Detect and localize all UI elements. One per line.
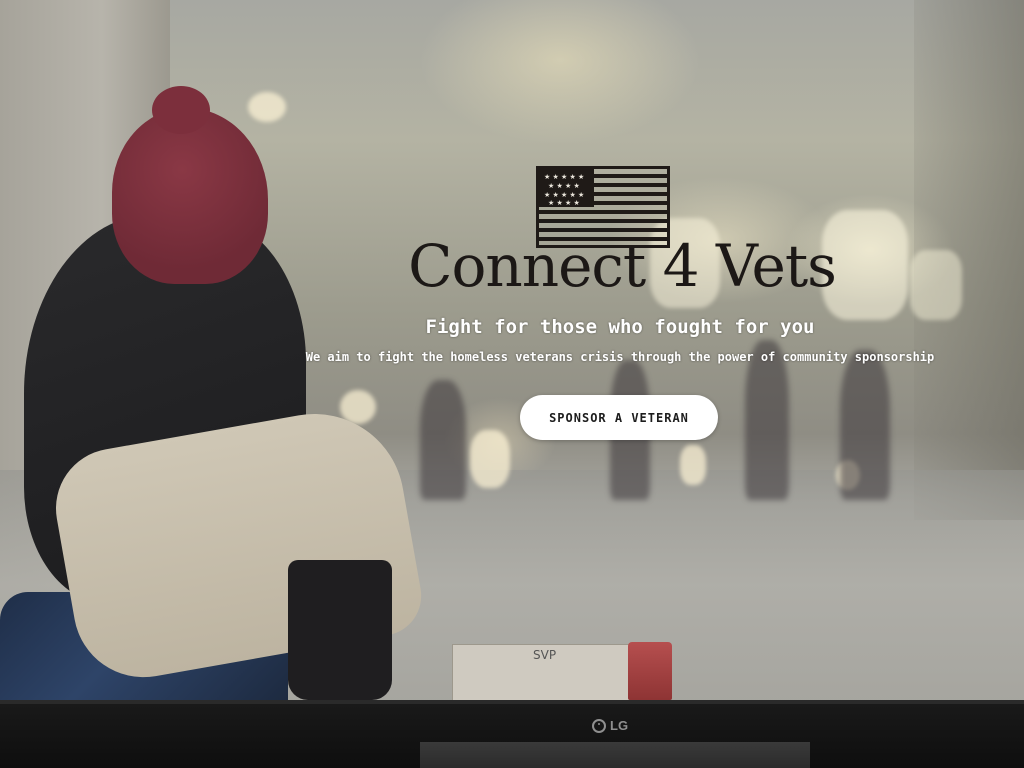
hero-section: ★ ★ ★ ★ ★ ★ ★ ★ ★ ★ ★ ★ ★ ★ ★ ★ ★ ★ Conn… [0,0,1024,700]
svg-text:★ ★ ★ ★ ★: ★ ★ ★ ★ ★ [544,173,584,181]
lg-logo-icon [592,718,606,733]
monitor-brand-text: LG [610,718,629,733]
sponsor-veteran-button[interactable]: SPONSOR A VETERAN [520,395,718,440]
website-screen: SVP ★ ★ ★ ★ ★ ★ ★ ★ ★ ★ ★ ★ ★ ★ ★ ★ ★ ★ … [0,0,1024,700]
monitor-stand [420,742,810,768]
bezel-edge [0,700,1024,704]
photo-of-monitor: SVP ★ ★ ★ ★ ★ ★ ★ ★ ★ ★ ★ ★ ★ ★ ★ ★ ★ ★ … [0,0,1024,768]
hero-headline: Fight for those who fought for you [425,316,815,338]
monitor-bezel: LG [0,700,1024,768]
svg-text:★ ★ ★ ★: ★ ★ ★ ★ [548,182,580,190]
svg-text:★ ★ ★ ★: ★ ★ ★ ★ [548,199,580,207]
svg-text:★ ★ ★ ★ ★: ★ ★ ★ ★ ★ [544,191,584,199]
brand-title: Connect 4 Vets [408,232,837,300]
hero-subheadline: We aim to fight the homeless veterans cr… [305,350,935,364]
monitor-brand-logo: LG [592,718,628,733]
